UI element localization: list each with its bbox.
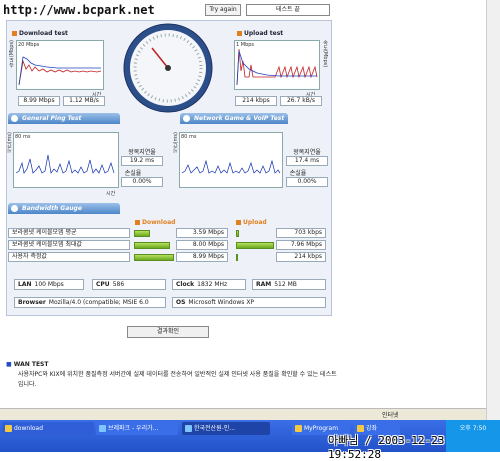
gauge-download-bar [134,253,174,261]
upload-red-line [236,48,318,86]
info-ram: RAM 512 MB [252,279,326,290]
download-blue-line [18,56,101,86]
game-loss-value: 0.00% [286,177,328,187]
timestamp-stamp: 아빠님 / 2003-12-23 19:52:28 [328,434,445,461]
info-browser: Browser Mozilla/4.0 (compatible; MSIE 6.0 [14,297,166,308]
section-network-game: Network Game & VoIP Test [180,113,288,124]
download-legend-icon [12,31,17,36]
gauge-row-label: 보라콤넷 케이블모뎀 평균 [8,228,130,238]
browser-icon [99,425,106,432]
gauge-download-head: Download [135,219,175,226]
gauge-download-bar [134,241,170,249]
wan-test-description: 사용자PC와 KIX에 위치한 품질측정 서버간에 실제 데이터를 전송하여 일… [18,371,337,388]
download-speed-mbs: 1.12 MB/s [63,96,105,106]
vertical-scrollbar[interactable] [486,0,500,420]
gauge-row-label: 사용자 측정값 [8,252,130,262]
speed-dial [123,23,213,113]
info-lan: LAN 100 Mbps [14,279,84,290]
gauge-download-value: 8.99 Mbps [176,252,228,262]
wan-test-title: ■ WAN TEST [6,361,49,368]
gauge-upload-head: Upload [236,219,267,226]
upload-speed-kbps: 214 kbps [235,96,277,106]
taskbar-item-browser[interactable]: 브레파크 - 우리가... [96,422,178,435]
game-rtt-value: 17.4 ms [286,156,328,166]
gauge-download-value: 3.59 Mbps [176,228,228,238]
taskbar-item-nca[interactable]: 한국전산원-인... [182,422,270,435]
status-title-box: 테스트 끝 [246,4,330,16]
ping-rtt-value: 19.2 ms [121,156,163,166]
folder-icon [5,425,12,432]
section-general-ping: General Ping Test [8,113,120,124]
game-rtt-label: 왕복지연율 [293,149,321,156]
section-bandwidth-gauge: Bandwidth Gauge [8,203,120,214]
taskbar-item-download[interactable]: download [2,422,94,435]
ping-line [15,154,115,174]
ping-section-icon [11,115,18,122]
folder-icon-3 [357,425,364,432]
upload-speed-kbs: 26.7 kB/s [280,96,322,106]
status-bar: 인터넷 [0,408,486,420]
gauge-upload-bar [236,241,274,249]
download-ylabel: 속도(Mbps) [9,40,15,68]
game-graph: 80 ms [179,132,283,188]
ping-rtt-label: 왕복지연율 [128,149,156,156]
internet-zone-label: 인터넷 [382,412,399,419]
ping-ylabel: 시간(ms) [7,132,13,154]
gauge-section-icon [11,205,18,212]
gauge-upload-value: 214 kbps [276,252,326,262]
info-cpu: CPU 586 [92,279,166,290]
result-check-button[interactable]: 결과확인 [127,326,209,338]
ping-loss-value: 0.00% [121,177,163,187]
upload-title: Upload test [237,30,283,37]
download-graph: 20 Mbps [16,40,104,90]
info-clock: Clock 1832 MHz [172,279,246,290]
gauge-upload-value: 7.96 Mbps [276,240,326,250]
watermark: http://www.bcpark.net [3,3,155,17]
game-line [181,159,281,174]
folder-icon-2 [295,425,302,432]
upload-ylabel: 속도(Mbps) [322,40,328,68]
gauge-download-value: 8.00 Mbps [176,240,228,250]
game-loss-label: 손실율 [289,170,307,177]
ping-loss-label: 손실율 [124,170,142,177]
gauge-upload-value: 703 kbps [276,228,326,238]
ping-xlabel: 시간 [106,191,116,197]
info-os: OS Microsoft Windows XP [172,297,326,308]
gauge-upload-bar [236,229,239,237]
download-title: Download test [12,30,68,37]
upload-legend-icon [237,31,242,36]
upload-graph: 1 Mbps [234,40,320,90]
try-again-button[interactable]: Try again [205,4,241,16]
browser-icon-2 [185,425,192,432]
clock-time: 오후 7:50 [459,425,487,432]
download-red-line [18,59,102,86]
game-section-icon [183,115,190,122]
ping-graph: 80 ms [13,132,119,188]
upload-blue-line [236,50,317,86]
gauge-upload-bar [236,253,238,261]
download-speed-mbps: 8.99 Mbps [18,96,60,106]
gauge-row-label: 보라콤넷 케이블모뎀 최대값 [8,240,130,250]
game-ylabel: 시간(ms) [173,132,179,154]
gauge-download-bar [134,229,150,237]
